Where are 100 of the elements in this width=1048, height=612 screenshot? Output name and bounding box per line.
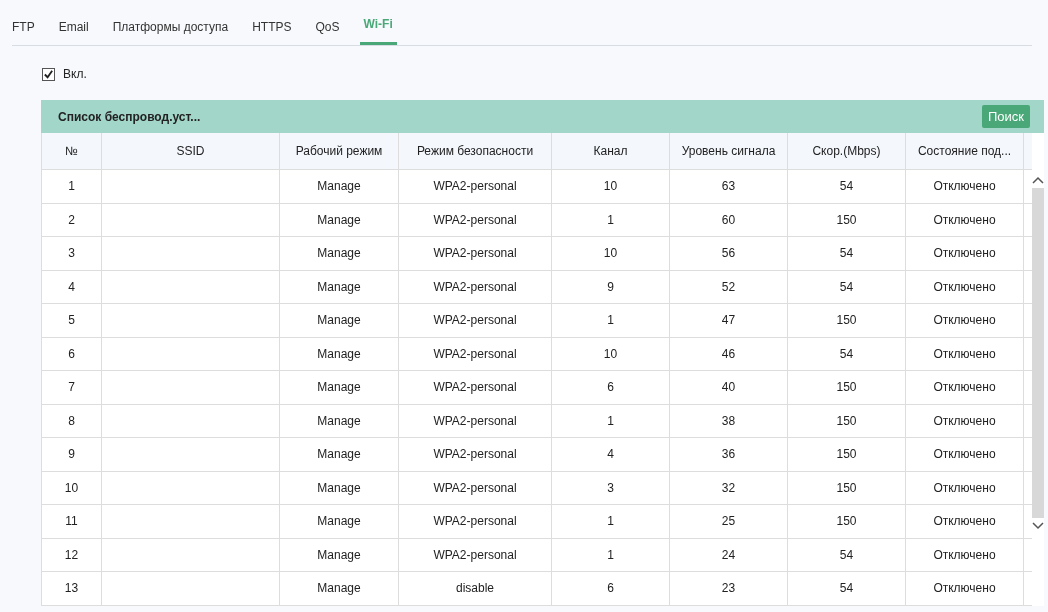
table-cell: WPA2-personal [399,538,552,571]
tab[interactable]: QoS [303,6,352,45]
table-cell: Отключено [906,270,1024,303]
table-cell: disable [399,572,552,605]
table-cell: WPA2-personal [399,505,552,538]
column-header: SSID [102,133,280,169]
tab[interactable]: Платформы доступа [100,6,241,45]
table-cell: 38 [670,404,788,437]
table-cell: 8 [41,404,102,437]
table-cell: 1 [552,404,670,437]
table-cell: Manage [280,170,399,203]
table-cell: WPA2-personal [399,203,552,236]
table-cell: 6 [552,371,670,404]
table-cell: 3 [552,471,670,504]
tab[interactable]: HTTPS [240,6,304,45]
table-cell: 150 [788,505,906,538]
table-cell: 150 [788,371,906,404]
column-header: Режим безопасности [399,133,552,169]
table-cell: Manage [280,304,399,337]
table-cell: Отключено [906,371,1024,404]
table-cell: 150 [788,471,906,504]
table-cell: 54 [788,572,906,605]
table-cell: 9 [552,270,670,303]
table-cell: Manage [280,538,399,571]
table-cell: 5 [41,304,102,337]
table-cell: 10 [552,237,670,270]
checkbox-label: Вкл. [63,67,87,81]
table-cell: WPA2-personal [399,404,552,437]
table-cell: Отключено [906,471,1024,504]
table-cell: WPA2-personal [399,237,552,270]
table-cell: 11 [41,505,102,538]
table-cell: 10 [41,471,102,504]
table-cell: Manage [280,371,399,404]
table-cell: 25 [670,505,788,538]
table-cell: 1 [41,170,102,203]
table-cell: Отключено [906,203,1024,236]
table-cell: 2 [41,203,102,236]
table-cell: 54 [788,270,906,303]
column-header: № [41,133,102,169]
table-cell: 150 [788,304,906,337]
table-cell: 54 [788,538,906,571]
table-cell: WPA2-personal [399,371,552,404]
table-cell: 4 [552,438,670,471]
table-cell: 1 [552,505,670,538]
table-cell: 54 [788,237,906,270]
table-cell: Отключено [906,337,1024,370]
column-header: Рабочий режим [280,133,399,169]
table-cell: 24 [670,538,788,571]
table-cell: 3 [41,237,102,270]
table-cell: Manage [280,438,399,471]
column-header: Скор.(Mbps) [788,133,906,169]
table-cell: Manage [280,505,399,538]
table-cell: 1 [552,304,670,337]
panel-title: Список беспровод.уст... [58,109,201,124]
table-cell: 1 [552,538,670,571]
tab[interactable]: FTP [12,6,47,45]
column-header: Уровень сигнала [670,133,788,169]
table-cell: 54 [788,337,906,370]
table-cell: 6 [552,572,670,605]
table-cell: 7 [41,371,102,404]
table-cell: 32 [670,471,788,504]
table-cell: Manage [280,404,399,437]
table-cell: 52 [670,270,788,303]
table-cell: 13 [41,572,102,605]
table-cell: WPA2-personal [399,304,552,337]
table-cell: 23 [670,572,788,605]
table-cell: Отключено [906,170,1024,203]
table-cell: Manage [280,572,399,605]
table-cell: Отключено [906,237,1024,270]
table-cell: Manage [280,270,399,303]
table-cell: 150 [788,203,906,236]
table-cell: 46 [670,337,788,370]
table-cell: 40 [670,371,788,404]
column-header: Состояние под... [906,133,1024,169]
table-cell: 150 [788,438,906,471]
tab[interactable]: Email [46,6,101,45]
table-cell: WPA2-personal [399,270,552,303]
table-cell: Manage [280,237,399,270]
table-cell: Manage [280,337,399,370]
table-cell: WPA2-personal [399,170,552,203]
column-header: Канал [552,133,670,169]
table-cell: WPA2-personal [399,471,552,504]
table-cell: 4 [41,270,102,303]
table-cell: Отключено [906,538,1024,571]
table-cell: Отключено [906,404,1024,437]
table-cell: Отключено [906,572,1024,605]
table-cell: 6 [41,337,102,370]
table-cell: 56 [670,237,788,270]
table-cell: Отключено [906,304,1024,337]
table-cell: 9 [41,438,102,471]
table-cell: 10 [552,170,670,203]
table-cell: 12 [41,538,102,571]
table-cell: 54 [788,170,906,203]
table-cell: 63 [670,170,788,203]
table-cell: 1 [552,203,670,236]
table-cell: Отключено [906,505,1024,538]
table-cell: Отключено [906,438,1024,471]
table-cell: Manage [280,203,399,236]
table-cell: WPA2-personal [399,438,552,471]
table-cell: 36 [670,438,788,471]
